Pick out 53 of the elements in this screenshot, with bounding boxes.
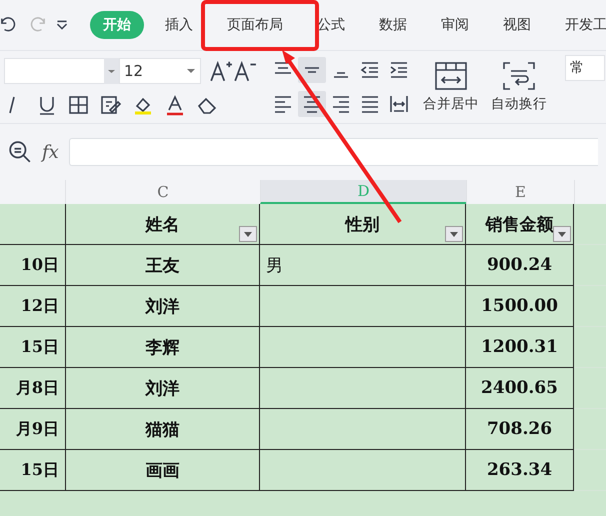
table-cell: [574, 450, 606, 491]
table-cell: [574, 245, 606, 286]
table-cell: 708.26: [466, 409, 574, 450]
formula-input[interactable]: [68, 138, 598, 166]
table-cell: 李辉: [65, 327, 260, 368]
filter-dropdown-icon[interactable]: [553, 226, 571, 242]
merge-cells-icon: [434, 61, 468, 91]
wrap-text-button[interactable]: 自动换行: [485, 51, 553, 123]
table-cell: 1200.31: [466, 327, 574, 368]
zoom-icon[interactable]: [8, 140, 32, 164]
filter-dropdown-icon[interactable]: [239, 226, 257, 242]
table-cell: 900.24: [466, 245, 574, 286]
table-cell: [574, 368, 606, 409]
table-cell: 画画: [65, 450, 260, 491]
table-cell: 王友: [65, 245, 260, 286]
table-cell: 15日: [0, 327, 65, 368]
table-cell: [574, 409, 606, 450]
decrease-font-icon[interactable]: [233, 59, 257, 83]
table-cell: 刘洋: [65, 286, 260, 327]
increase-font-icon[interactable]: [209, 59, 233, 83]
header-cell-text: 性别: [346, 214, 380, 236]
caret-icon[interactable]: [186, 68, 196, 74]
borders-icon[interactable]: [68, 94, 90, 116]
ribbon-tab[interactable]: 视图: [490, 11, 544, 39]
table-cell: 猫猫: [65, 409, 260, 450]
merge-center-button[interactable]: 合并居中: [417, 51, 485, 123]
ribbon-tab[interactable]: 页面布局: [214, 11, 296, 39]
filter-dropdown-icon[interactable]: [445, 226, 463, 242]
function-label[interactable]: fx: [42, 142, 59, 162]
table-cell: 1500.00: [466, 286, 574, 327]
font-color-icon[interactable]: [164, 94, 186, 116]
ribbon-tab[interactable]: 开发工: [552, 11, 606, 39]
header-cell-text: 姓名: [146, 214, 180, 236]
ribbon-tab[interactable]: 审阅: [428, 11, 482, 39]
format-painter-icon[interactable]: [100, 94, 122, 116]
table-cell: 12日: [0, 286, 65, 327]
table-cell: [574, 327, 606, 368]
table-cell: 月9日: [0, 409, 65, 450]
font-size-field[interactable]: 12: [119, 58, 201, 84]
ribbon-tab[interactable]: 插入: [152, 11, 206, 39]
table-cell: 10日: [0, 245, 65, 286]
table-cell: 刘洋: [65, 368, 260, 409]
table-cell: 2400.65: [466, 368, 574, 409]
table-cell: 263.34: [466, 450, 574, 491]
table-cell: [574, 286, 606, 327]
header-cell-text: 销售金额: [486, 214, 554, 236]
font-name-field[interactable]: [4, 58, 104, 84]
number-format-field[interactable]: 常: [565, 55, 605, 81]
table-cell: 月8日: [0, 368, 65, 409]
table-cell: 男: [260, 245, 466, 286]
table-cell: 15日: [0, 450, 65, 491]
wrap-text-icon: [502, 61, 536, 91]
ribbon-tab[interactable]: 数据: [366, 11, 420, 39]
